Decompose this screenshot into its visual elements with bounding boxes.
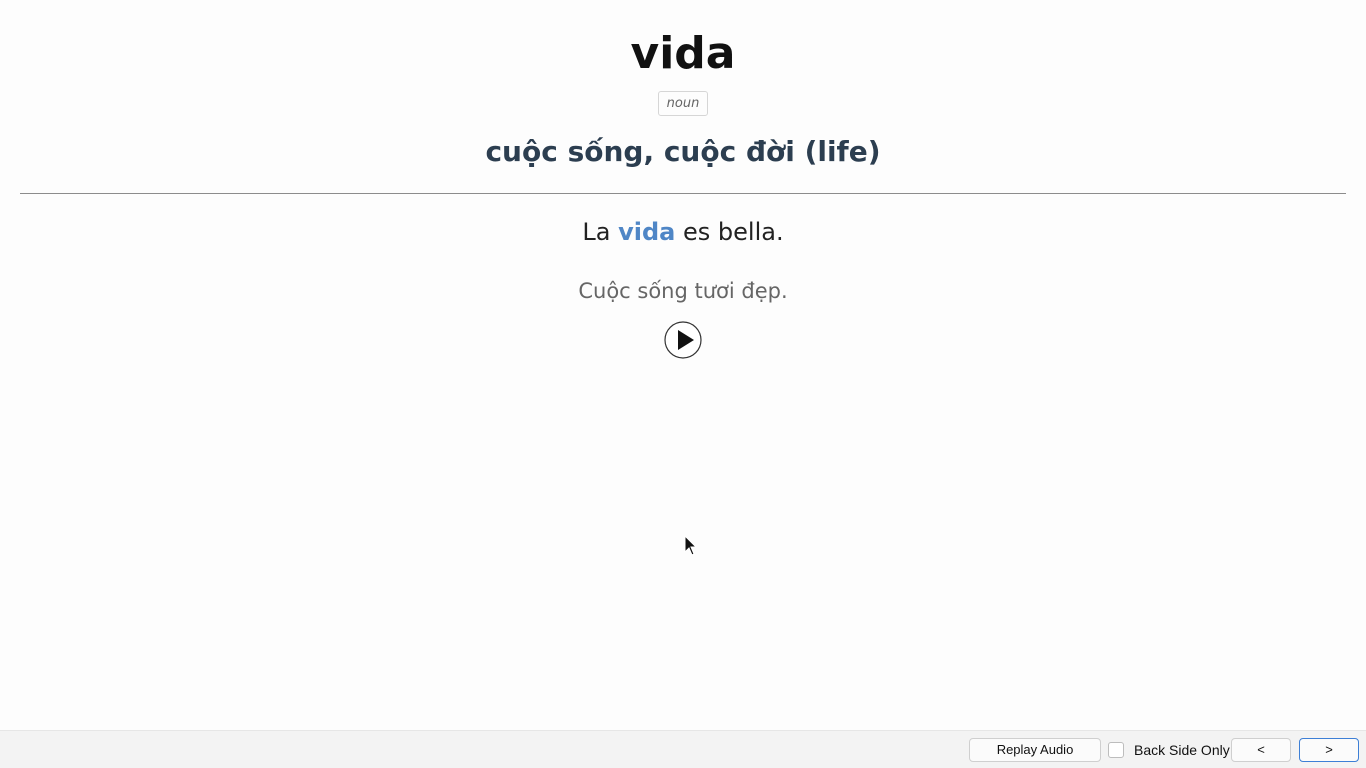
divider: [20, 193, 1346, 194]
previous-button[interactable]: <: [1231, 738, 1291, 762]
back-side-only-checkbox[interactable]: [1108, 742, 1124, 758]
part-of-speech-wrapper: noun: [0, 91, 1366, 116]
next-button[interactable]: >: [1299, 738, 1359, 762]
flashcard: vida noun cuộc sống, cuộc đời (life) La …: [0, 0, 1366, 730]
example-before: La: [582, 218, 619, 246]
bottom-toolbar: Replay Audio Back Side Only < >: [0, 730, 1366, 768]
example-translation: Cuộc sống tươi đẹp.: [578, 279, 788, 303]
example-sentence: La vida es bella.: [0, 216, 1366, 248]
card-meaning: cuộc sống, cuộc đời (life): [485, 135, 881, 168]
card-word: vida: [630, 28, 736, 79]
mouse-cursor-icon: [684, 534, 698, 557]
example-after: es bella.: [675, 218, 784, 246]
play-audio-button[interactable]: [664, 321, 702, 359]
back-side-only-label[interactable]: Back Side Only: [1134, 741, 1230, 759]
play-circle-icon: [664, 321, 702, 359]
example-highlighted-word: vida: [618, 218, 676, 246]
replay-audio-button[interactable]: Replay Audio: [969, 738, 1101, 762]
part-of-speech-badge: noun: [657, 91, 709, 116]
